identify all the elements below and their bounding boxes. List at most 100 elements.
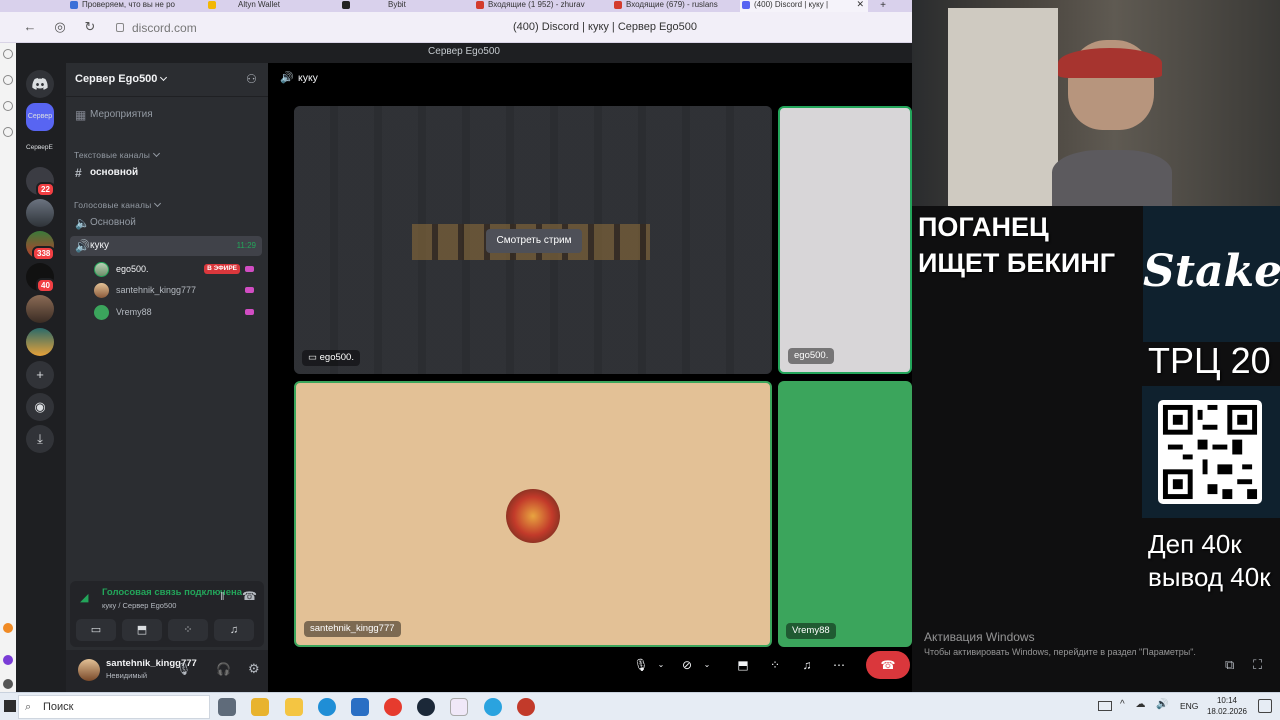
language-indicator[interactable]: ENG xyxy=(1180,701,1198,711)
voice-user[interactable]: santehnik_kingg777 xyxy=(94,280,258,300)
browser-tab[interactable]: Проверяем, что вы не ро xyxy=(68,0,190,12)
headphones-icon[interactable]: 🎧 xyxy=(216,662,231,676)
screen-share-icon[interactable]: ⬒ xyxy=(734,651,752,679)
server-icon[interactable] xyxy=(26,328,54,356)
app-icon[interactable] xyxy=(3,127,13,137)
reload-icon[interactable]: ↻ xyxy=(82,19,98,35)
camera-toggle-button[interactable]: ▭ xyxy=(76,619,116,641)
steam-icon[interactable] xyxy=(417,698,435,716)
close-tab-icon[interactable]: ✕ xyxy=(856,0,864,9)
soundboard-icon[interactable]: ♫ xyxy=(798,651,816,679)
chevron-down-icon[interactable]: ⌄ xyxy=(702,651,712,679)
voice-timer: 11:29 xyxy=(236,241,256,250)
category-voice[interactable]: Голосовые каналы xyxy=(74,199,162,210)
explorer-icon[interactable] xyxy=(285,698,303,716)
clock-date[interactable]: 18.02.2026 xyxy=(1202,707,1252,716)
telegram-icon[interactable] xyxy=(484,698,502,716)
more-icon[interactable]: ⋯ xyxy=(830,651,848,679)
chevron-down-icon[interactable]: ⌄ xyxy=(656,651,666,679)
taskbar-search[interactable]: ⌕ Поиск xyxy=(18,695,210,719)
speaker-icon: 🔊 xyxy=(280,72,294,84)
microphone-icon[interactable]: 🎙 xyxy=(176,662,191,676)
browser-tab[interactable]: Входящие (1 952) - zhurav xyxy=(474,0,604,12)
camera-off-icon[interactable]: ⊘ xyxy=(678,651,696,679)
app-icon[interactable] xyxy=(3,101,13,111)
avatar xyxy=(94,262,109,277)
fullscreen-icon[interactable]: ⛶ xyxy=(1253,657,1262,673)
yandex-icon[interactable] xyxy=(384,698,402,716)
tile-name: Vremy88 xyxy=(786,623,836,639)
window-title: Сервер Ego500 xyxy=(428,46,500,57)
popout-icon[interactable]: ⧉ xyxy=(1225,657,1234,673)
server-list: Сервер СерверЕ 22 338 40 + ◉ ⤓ xyxy=(16,63,66,692)
video-tile-user[interactable]: Vremy88 xyxy=(778,381,912,647)
screen-share-button[interactable]: ⬒ xyxy=(122,619,162,641)
watch-stream-button[interactable]: Смотреть стрим xyxy=(486,229,582,253)
app-icon[interactable] xyxy=(3,679,13,689)
server-header[interactable]: Сервер Ego500 ⚇ xyxy=(66,63,268,97)
browser-tab[interactable]: Altyn Wallet xyxy=(206,0,326,12)
server-icon[interactable] xyxy=(26,295,54,323)
windows-start-icon[interactable] xyxy=(4,700,16,712)
clock-time[interactable]: 10:14 xyxy=(1208,696,1246,705)
app-icon[interactable] xyxy=(3,49,13,59)
video-tile-user[interactable]: santehnik_kingg777 xyxy=(294,381,772,647)
events-item[interactable]: ▦ Мероприятия xyxy=(70,105,262,125)
add-server-icon[interactable]: + xyxy=(26,361,54,389)
voice-user[interactable]: ego500. В ЭФИРЕ xyxy=(94,259,258,279)
disconnect-icon[interactable]: ☎ xyxy=(242,589,257,603)
shield-icon[interactable]: ◎ xyxy=(52,19,68,35)
microphone-icon[interactable]: 🎙 xyxy=(632,651,650,679)
channel-voice-main[interactable]: 🔈 Основной xyxy=(70,213,262,233)
notifications-icon[interactable] xyxy=(1258,699,1272,713)
browser-tab[interactable]: Входящие (679) - ruslans xyxy=(612,0,736,12)
browser-tab[interactable]: Bybit xyxy=(340,0,460,12)
keyboard-icon[interactable] xyxy=(1098,701,1112,711)
app-icon[interactable] xyxy=(517,698,535,716)
notification-badge: 40 xyxy=(36,278,55,293)
tab-list-button[interactable] xyxy=(22,0,34,12)
signal-icon[interactable]: ◢ xyxy=(80,591,88,604)
video-tile-camera[interactable]: ego500. xyxy=(778,106,912,374)
stage-channel-name: куку xyxy=(298,72,318,84)
url-field[interactable]: discord.com xyxy=(106,18,210,38)
tray-icons[interactable]: ^ ☁ 🔊 xyxy=(1120,699,1173,710)
user-status: Невидимый xyxy=(106,671,148,680)
discover-icon[interactable]: ◉ xyxy=(26,393,54,421)
server-icon-ego500[interactable]: Сервер xyxy=(26,103,54,131)
channel-voice-kuku[interactable]: 🔊 куку 11:29 xyxy=(70,236,262,256)
camera-icon xyxy=(245,266,254,272)
task-view-icon[interactable] xyxy=(218,698,236,716)
streamer-body xyxy=(1052,150,1172,206)
mail-icon[interactable] xyxy=(351,698,369,716)
video-tile-stream[interactable]: Смотреть стрим ▭ ego500. xyxy=(294,106,772,374)
discord-home-icon[interactable] xyxy=(26,70,54,98)
server-icon[interactable] xyxy=(26,199,54,227)
app-icon[interactable] xyxy=(3,623,13,633)
calendar-icon: ▦ xyxy=(75,108,87,122)
qr-code-box xyxy=(1142,386,1280,518)
download-icon[interactable]: ⤓ xyxy=(26,425,54,453)
soundboard-button[interactable]: ♫ xyxy=(214,619,254,641)
browser-icon[interactable] xyxy=(450,698,468,716)
avatar[interactable] xyxy=(78,659,100,681)
edge-icon[interactable] xyxy=(318,698,336,716)
activities-button[interactable]: ⁘ xyxy=(168,619,208,641)
store-icon[interactable] xyxy=(251,698,269,716)
app-icon[interactable] xyxy=(3,655,13,665)
voice-user[interactable]: Vremy88 xyxy=(94,302,258,322)
activities-icon[interactable]: ⁘ xyxy=(766,651,784,679)
trc-label: ТРЦ 20 xyxy=(1148,340,1271,381)
new-tab-button[interactable]: + xyxy=(876,0,890,12)
category-text[interactable]: Текстовые каналы xyxy=(74,149,161,160)
back-icon[interactable]: ← xyxy=(22,19,38,35)
app-icon[interactable] xyxy=(3,75,13,85)
speaker-icon: 🔊 xyxy=(75,239,90,253)
invite-user-icon[interactable]: ⚇ xyxy=(246,72,257,86)
noise-suppression-icon[interactable]: ‖ xyxy=(220,591,225,603)
disconnect-button[interactable]: ☎ xyxy=(866,651,910,679)
gear-icon[interactable]: ⚙ xyxy=(248,661,260,677)
voice-channel-path[interactable]: куку / Сервер Ego500 xyxy=(102,601,176,610)
channel-text-main[interactable]: # основной xyxy=(70,163,262,183)
browser-tab-active[interactable]: (400) Discord | куку | ✕ xyxy=(740,0,868,12)
